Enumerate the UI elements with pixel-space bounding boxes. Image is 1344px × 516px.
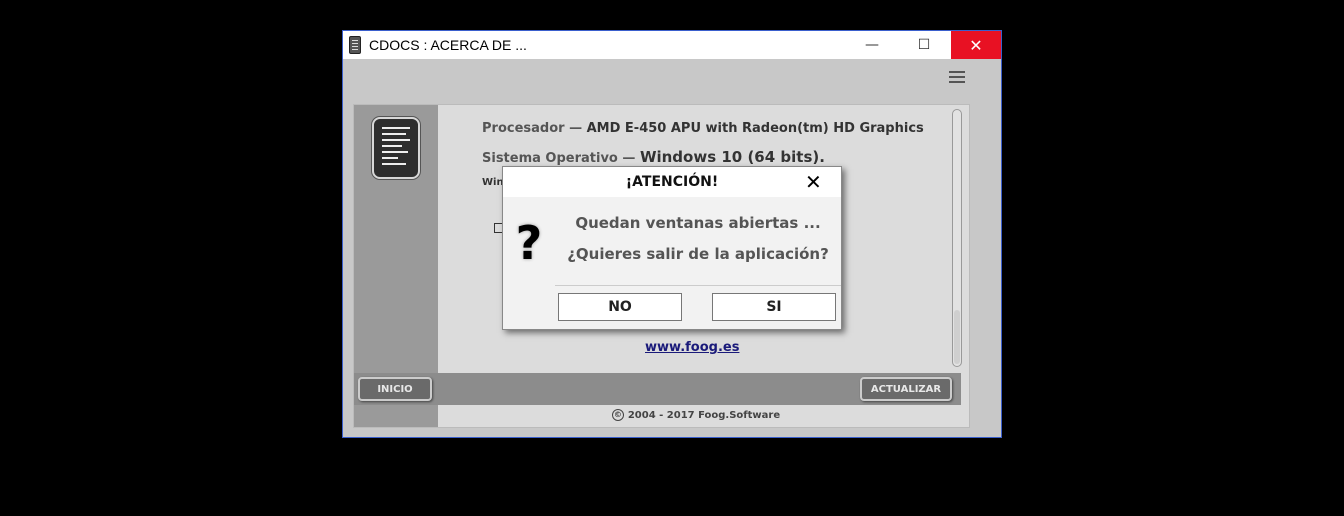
question-icon: ? [515,216,543,270]
inicio-button[interactable]: INICIO [358,377,432,401]
copyright-icon: © [611,409,624,421]
os-row: Sistema Operativo — Windows 10 (64 bits)… [482,148,825,166]
cut-row: · · [482,105,496,112]
maximize-button[interactable]: ☐ [901,31,947,59]
bottom-bar: INICIO ACTUALIZAR [354,373,961,405]
minimize-button[interactable]: — [849,31,895,59]
no-button[interactable]: NO [558,293,682,321]
footer: © 2004 - 2017 Foog.Software [438,405,954,427]
hamburger-menu-icon[interactable] [949,71,965,83]
actualizar-button[interactable]: ACTUALIZAR [860,377,952,401]
title-bar[interactable]: CDOCS : ACERCA DE ... — ☐ ✕ [343,31,1001,59]
dialog-message-line1: Quedan ventanas abiertas ... [575,214,821,232]
app-icon [349,36,361,54]
os-label: Sistema Operativo — [482,151,636,166]
si-button[interactable]: SI [712,293,836,321]
window-title: CDOCS : ACERCA DE ... [369,37,527,53]
dialog-title: ¡ATENCIÓN! [625,174,719,190]
small-row: Win [482,177,504,188]
close-button[interactable]: ✕ [951,31,1001,59]
dialog-separator [555,285,841,286]
processor-label: Procesador — [482,121,583,136]
os-value: Windows 10 (64 bits). [639,148,825,166]
attention-dialog: ¡ATENCIÓN! ✕ ? Quedan ventanas abiertas … [502,166,842,330]
dialog-close-icon[interactable]: ✕ [805,170,822,194]
dialog-header: ¡ATENCIÓN! ✕ [503,167,841,197]
scroll-thumb[interactable] [954,310,960,364]
footer-text: 2004 - 2017 Foog.Software [627,410,781,421]
document-icon [372,117,420,179]
vertical-scrollbar[interactable] [952,109,962,367]
website-link[interactable]: www.foog.es [645,340,739,355]
processor-value: AMD E-450 APU with Radeon(tm) HD Graphic… [586,121,924,136]
processor-row: Procesador — AMD E-450 APU with Radeon(t… [482,121,924,136]
dialog-message-line2: ¿Quieres salir de la aplicación? [567,245,829,263]
